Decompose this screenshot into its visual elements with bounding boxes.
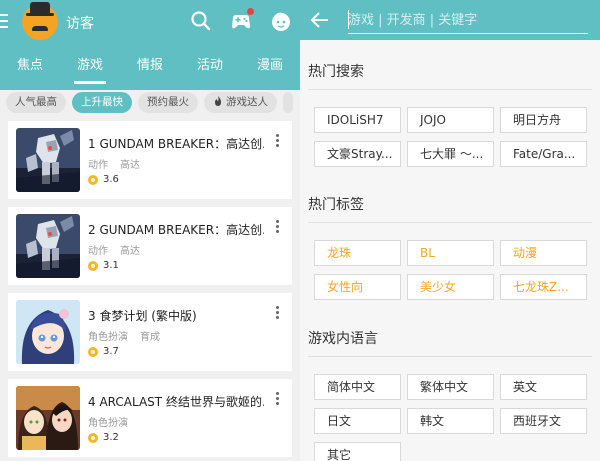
hot-tag-item[interactable]: 七龙珠Z... <box>500 274 587 300</box>
game-thumbnail <box>16 300 80 364</box>
game-list-pane: 访客 焦点 游戏 情报 活动 漫画 人气最高 上升最快 预约最火 游戏达人 1 … <box>0 0 300 461</box>
divider <box>308 356 592 357</box>
game-tags: 角色扮演 育成 <box>88 332 160 343</box>
game-thumbnail <box>16 214 80 278</box>
game-card[interactable]: 1 GUNDAM BREAKER：高达创... 动作 高达 3.6 <box>8 121 292 199</box>
game-tags: 动作 高达 <box>88 160 140 171</box>
filter-game-expert[interactable]: 游戏达人 <box>204 92 277 113</box>
menu-icon[interactable] <box>0 14 8 32</box>
filter-game-expert-label: 游戏达人 <box>226 96 268 108</box>
flame-icon <box>213 93 223 106</box>
game-card[interactable]: 4 ARCALAST 终结世界与歌姬的... 角色扮演 3.2 <box>8 379 292 457</box>
category-tabs: 焦点 游戏 情报 活动 漫画 <box>0 52 300 84</box>
hot-search-item[interactable]: Fate/Gra... <box>500 141 587 167</box>
language-item[interactable]: 韩文 <box>407 408 494 434</box>
game-thumbnail <box>16 386 80 450</box>
coin-icon <box>88 260 98 271</box>
gamepad-icon[interactable] <box>228 8 254 34</box>
coin-icon <box>88 432 98 443</box>
hot-search-title: 热门搜索 <box>308 64 364 80</box>
hot-search-item[interactable]: IDOLiSH7 <box>314 107 401 133</box>
language-item[interactable]: 英文 <box>500 374 587 400</box>
game-card[interactable]: 3 食梦计划 (繁中版) 角色扮演 育成 3.7 <box>8 293 292 371</box>
game-thumbnail <box>16 128 80 192</box>
arrow-left-icon[interactable] <box>310 10 330 30</box>
game-tags: 动作 高达 <box>88 246 140 257</box>
tab-focus[interactable]: 焦点 <box>0 52 60 84</box>
sort-filter-bar: 人气最高 上升最快 预约最火 游戏达人 <box>0 90 300 116</box>
game-title: 4 ARCALAST 终结世界与歌姬的... <box>88 395 264 409</box>
visitor-label[interactable]: 访客 <box>66 13 94 33</box>
language-item[interactable]: 日文 <box>314 408 401 434</box>
left-header: 访客 焦点 游戏 情报 活动 漫画 <box>0 0 300 90</box>
tab-comics[interactable]: 漫画 <box>240 52 300 84</box>
more-vertical-icon[interactable] <box>276 306 280 320</box>
coin-icon <box>88 174 98 185</box>
mustache-avatar-icon[interactable] <box>22 2 58 40</box>
more-vertical-icon[interactable] <box>276 134 280 148</box>
game-title: 3 食梦计划 (繁中版) <box>88 309 197 323</box>
game-rating: 3.6 <box>88 174 119 185</box>
more-vertical-icon[interactable] <box>276 392 280 406</box>
game-rating: 3.2 <box>88 432 119 443</box>
language-item[interactable]: 繁体中文 <box>407 374 494 400</box>
game-title: 2 GUNDAM BREAKER：高达创... <box>88 223 264 237</box>
hot-tag-item[interactable]: 龙珠 <box>314 240 401 266</box>
game-tags: 角色扮演 <box>88 418 128 429</box>
notification-dot <box>247 8 254 15</box>
game-card[interactable]: 2 GUNDAM BREAKER：高达创... 动作 高达 3.1 <box>8 207 292 285</box>
filter-rising-fastest[interactable]: 上升最快 <box>72 92 132 113</box>
tab-games[interactable]: 游戏 <box>60 52 120 84</box>
tab-events[interactable]: 活动 <box>180 52 240 84</box>
search-underline <box>348 33 588 34</box>
filter-most-reserved[interactable]: 预约最火 <box>138 92 198 113</box>
coin-icon <box>88 346 98 357</box>
divider <box>308 89 592 90</box>
face-icon[interactable] <box>268 8 294 34</box>
language-item[interactable]: 其它 <box>314 442 401 461</box>
hot-search-item[interactable]: JOJO <box>407 107 494 133</box>
language-title: 游戏内语言 <box>308 331 378 347</box>
game-rating: 3.1 <box>88 260 119 271</box>
language-item[interactable]: 简体中文 <box>314 374 401 400</box>
hot-search-item[interactable]: 七大罪 ～... <box>407 141 494 167</box>
hot-tag-item[interactable]: BL <box>407 240 494 266</box>
tab-news[interactable]: 情报 <box>120 52 180 84</box>
hot-tags-grid: 龙珠 BL 动漫 女性向 美少女 七龙珠Z... <box>314 240 588 300</box>
game-rating: 3.7 <box>88 346 119 357</box>
search-header <box>300 0 600 40</box>
game-list: 1 GUNDAM BREAKER：高达创... 动作 高达 3.6 2 GUNDA… <box>8 121 292 461</box>
search-pane: 热门搜索 IDOLiSH7 JOJO 明日方舟 文豪Stray... 七大罪 ～… <box>300 0 600 461</box>
game-title: 1 GUNDAM BREAKER：高达创... <box>88 137 264 151</box>
divider <box>308 222 592 223</box>
hot-search-item[interactable]: 明日方舟 <box>500 107 587 133</box>
filter-most-popular[interactable]: 人气最高 <box>6 92 66 113</box>
hot-tag-item[interactable]: 动漫 <box>500 240 587 266</box>
more-vertical-icon[interactable] <box>276 220 280 234</box>
hot-search-grid: IDOLiSH7 JOJO 明日方舟 文豪Stray... 七大罪 ～... F… <box>314 107 588 167</box>
hot-tag-item[interactable]: 美少女 <box>407 274 494 300</box>
text-caret <box>348 10 349 29</box>
search-icon[interactable] <box>188 8 214 34</box>
hot-tags-title: 热门标签 <box>308 197 364 213</box>
hot-search-item[interactable]: 文豪Stray... <box>314 141 401 167</box>
language-grid: 简体中文 繁体中文 英文 日文 韩文 西班牙文 其它 <box>314 374 588 461</box>
search-input[interactable] <box>348 8 588 32</box>
hot-tag-item[interactable]: 女性向 <box>314 274 401 300</box>
filter-overflow[interactable] <box>283 92 293 113</box>
language-item[interactable]: 西班牙文 <box>500 408 587 434</box>
